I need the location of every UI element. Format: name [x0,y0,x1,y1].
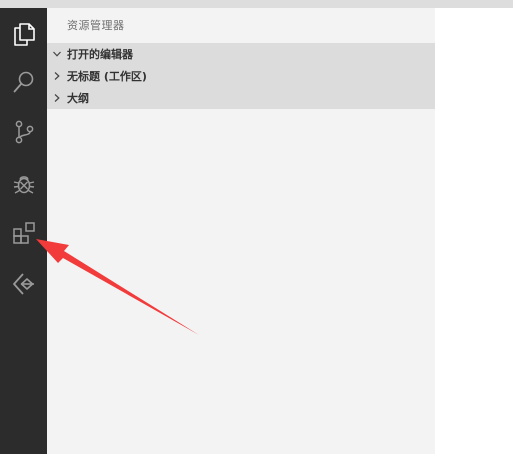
search-icon [13,71,33,93]
debug-icon [13,176,34,194]
chevron-down-icon [51,48,63,60]
activity-extensions[interactable] [0,214,47,254]
explorer-title: 资源管理器 [67,19,125,32]
activity-source-control[interactable] [0,112,47,152]
section-outline[interactable]: 大纲 [47,87,435,109]
activity-remote[interactable] [0,264,47,304]
section-workspace[interactable]: 无标题 (工作区) [47,65,435,87]
source-control-icon [15,120,33,144]
remote-icon [12,273,34,295]
extensions-icon [12,222,35,244]
activity-bar [0,8,47,454]
activity-debug[interactable] [0,164,47,204]
chevron-right-icon [51,70,63,82]
chevron-right-icon [51,92,63,104]
section-label: 打开的编辑器 [67,48,133,61]
section-label: 大纲 [67,92,89,105]
section-open-editors[interactable]: 打开的编辑器 [47,43,435,65]
section-label: 无标题 (工作区) [67,70,147,83]
activity-search[interactable] [0,62,47,102]
activity-explorer[interactable] [0,14,47,54]
editor-area [435,8,513,454]
files-icon [13,23,35,46]
window-top-strip [0,0,513,8]
explorer-sidebar: 资源管理器 打开的编辑器 无标题 (工作区) 大纲 [47,8,435,454]
